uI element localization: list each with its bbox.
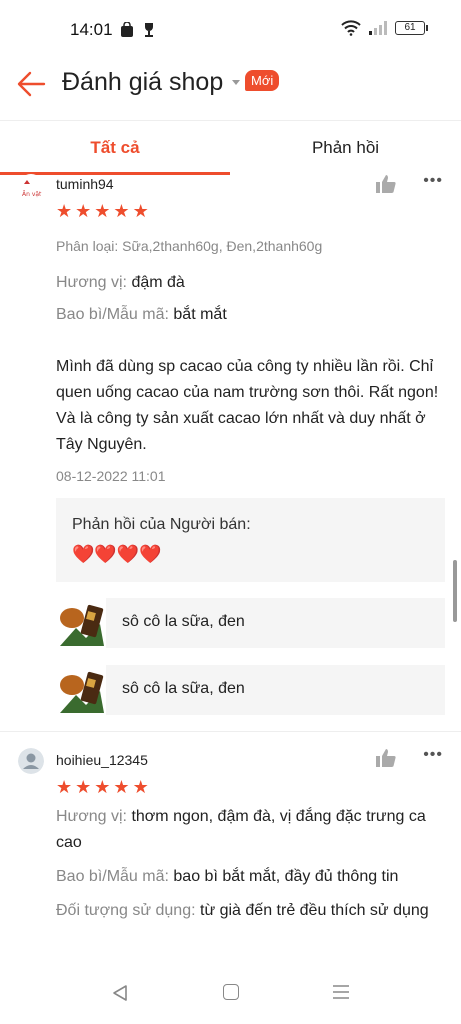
product-link[interactable]: sô cô la sữa, đen xyxy=(56,598,445,648)
star-icon: ★ xyxy=(113,777,130,797)
product-name: sô cô la sữa, đen xyxy=(122,680,245,697)
app-header: Đánh giá shop Mới xyxy=(0,60,461,120)
back-arrow-icon[interactable] xyxy=(16,68,48,100)
review-item: hoihieu_12345 ••• ★ ★ ★ ★ ★ Hương vị: th… xyxy=(0,746,461,968)
more-options-icon[interactable]: ••• xyxy=(423,172,443,190)
attribute-packaging: Bao bì/Mẫu mã: bắt mắt xyxy=(56,306,227,323)
avatar[interactable]: Ăn vặt xyxy=(18,174,44,200)
star-icon: ★ xyxy=(132,777,149,797)
nav-back-icon[interactable] xyxy=(112,984,128,1002)
attribute-packaging: Bao bì/Mẫu mã: bao bì bắt mắt, đầy đủ th… xyxy=(56,868,399,885)
thumbs-up-icon[interactable] xyxy=(375,748,397,768)
review-username[interactable]: hoihieu_12345 xyxy=(56,752,148,768)
battery-icon: 61 xyxy=(395,21,428,35)
svg-text:Ăn vặt: Ăn vặt xyxy=(22,191,42,198)
system-nav-bar xyxy=(0,968,461,1024)
product-link[interactable]: sô cô la sữa, đen xyxy=(56,665,445,715)
review-comment: Mình đã dùng sp cacao của công ty nhiều … xyxy=(56,358,439,453)
product-name: sô cô la sữa, đen xyxy=(122,613,245,630)
wifi-icon xyxy=(341,20,361,36)
seller-reply: Phản hồi của Người bán: ❤️❤️❤️❤️ xyxy=(56,498,445,582)
star-rating: ★ ★ ★ ★ ★ xyxy=(56,778,149,796)
star-icon: ★ xyxy=(56,201,73,221)
star-icon: ★ xyxy=(56,777,73,797)
seller-reply-title: Phản hồi của Người bán: xyxy=(72,516,251,533)
attribute-audience: Đối tượng sử dụng: từ già đến trẻ đều th… xyxy=(56,902,429,919)
thumbs-up-icon[interactable] xyxy=(375,174,397,194)
review-username[interactable]: tuminh94 xyxy=(56,176,114,192)
tab-all[interactable]: Tất cả xyxy=(0,121,230,175)
status-time: 14:01 xyxy=(70,20,113,39)
avatar[interactable] xyxy=(18,748,44,774)
product-thumbnail xyxy=(56,598,106,648)
attribute-taste: Hương vị: thơm ngon, đậm đà, vị đắng đặc… xyxy=(56,808,426,851)
review-date: 08-12-2022 11:01 xyxy=(56,468,166,484)
star-rating: ★ ★ ★ ★ ★ xyxy=(56,202,149,220)
review-item: Ăn vặt tuminh94 ••• ★ ★ ★ ★ ★ Phân loại:… xyxy=(0,172,461,730)
seller-reply-text: ❤️❤️❤️❤️ xyxy=(72,544,162,564)
signal-icon xyxy=(369,21,387,35)
new-badge: Mới xyxy=(245,70,280,91)
star-icon: ★ xyxy=(94,201,111,221)
status-bar: 14:01 61 xyxy=(0,0,461,60)
shopping-bag-icon xyxy=(121,22,133,37)
nav-home-icon[interactable] xyxy=(223,984,239,1000)
attribute-taste: Hương vị: đậm đà xyxy=(56,274,185,291)
star-icon: ★ xyxy=(113,201,130,221)
trophy-icon xyxy=(145,23,153,37)
star-icon: ★ xyxy=(132,201,149,221)
nav-recents-icon[interactable] xyxy=(333,984,349,1000)
divider xyxy=(0,731,461,732)
star-icon: ★ xyxy=(75,777,92,797)
product-variant: Phân loại: Sữa,2thanh60g, Đen,2thanh60g xyxy=(56,238,323,254)
scrollbar[interactable] xyxy=(453,560,457,622)
product-thumbnail xyxy=(56,665,106,715)
tab-replies[interactable]: Phản hồi xyxy=(230,121,461,175)
more-options-icon[interactable]: ••• xyxy=(423,746,443,764)
page-title[interactable]: Đánh giá shop xyxy=(62,68,223,97)
review-tabs: Tất cả Phản hồi xyxy=(0,120,461,175)
star-icon: ★ xyxy=(75,201,92,221)
star-icon: ★ xyxy=(94,777,111,797)
chevron-down-icon[interactable] xyxy=(232,80,240,85)
